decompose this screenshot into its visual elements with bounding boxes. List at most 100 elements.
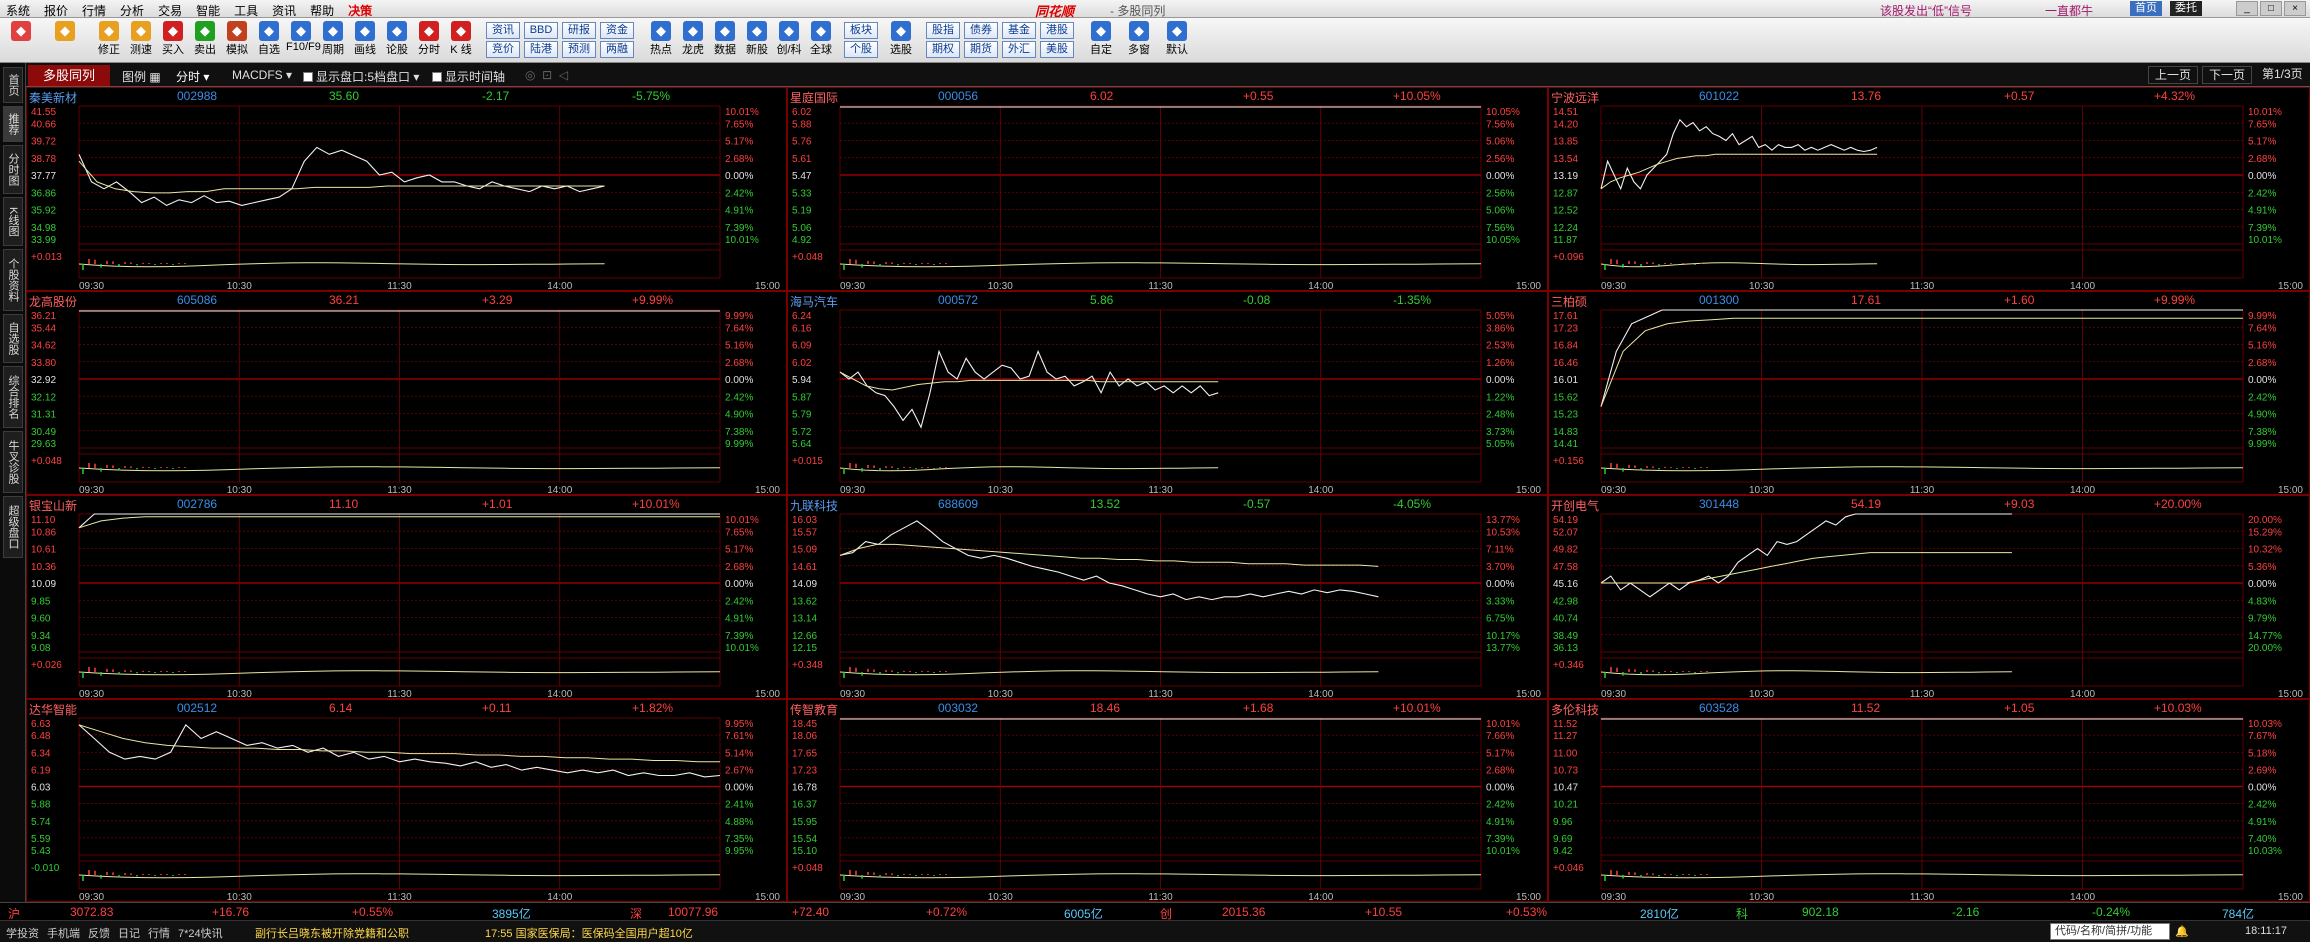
default-home-button[interactable]: ◆ 默认 xyxy=(1162,21,1192,57)
speed-test-button[interactable]: ◆ 测速 xyxy=(126,21,156,57)
sz-index[interactable]: 10077.96 xyxy=(668,905,718,919)
quick-box[interactable]: 竞价 xyxy=(486,41,520,58)
sidebar-tab[interactable]: K线图 xyxy=(3,197,23,246)
watchlist-button[interactable]: ◆ 自选 xyxy=(254,21,284,57)
quick-box[interactable]: 外汇 xyxy=(1002,41,1036,58)
sidebar-tab[interactable]: 推荐 xyxy=(3,106,23,142)
stock-panel[interactable]: 多伦科技 603528 11.52 +1.05 +10.03% 11.52 10.03% 11… xyxy=(1548,699,2310,902)
color-grid-button[interactable]: ◆ xyxy=(6,21,36,41)
home-chip[interactable]: 首页 xyxy=(2130,1,2162,16)
kc-index[interactable]: 902.18 xyxy=(1802,905,1839,919)
close-icon[interactable]: × xyxy=(2284,1,2306,16)
quick-box[interactable]: 板块 xyxy=(844,22,878,39)
intraday-chart[interactable]: 6.24 5.05% 6.16 3.86% 6.09 2.53% 6.02 1.26% 5.94… xyxy=(788,292,1548,495)
global-button[interactable]: ◆ 全球 xyxy=(806,21,836,57)
next-page-button[interactable]: 下一页 xyxy=(2202,66,2253,84)
layout-selector[interactable]: 图例 ▦ xyxy=(122,68,161,85)
quick-box[interactable]: 期权 xyxy=(926,41,960,58)
intraday-chart[interactable]: 54.19 20.00% 52.07 15.29% 49.82 10.32% 47.58 5.… xyxy=(1549,496,2310,699)
cy-index[interactable]: 2015.36 xyxy=(1222,905,1265,919)
signal-alert[interactable]: 该股发出“低”信号 xyxy=(1880,2,1972,19)
stock-picker-button[interactable]: ◆ 选股 xyxy=(886,21,916,57)
footer-link[interactable]: 反馈 xyxy=(88,928,110,940)
quick-box[interactable]: 陆港 xyxy=(524,41,558,58)
menu-item[interactable]: 系统 xyxy=(6,2,30,19)
sidebar-tab[interactable]: 牛叉诊股 xyxy=(3,431,23,493)
intraday-chart[interactable]: 16.03 13.77% 15.57 10.53% 15.09 7.11% 14.61 3.7… xyxy=(788,496,1548,699)
stock-panel[interactable]: 开创电气 301448 54.19 +9.03 +20.00% 54.19 20.00% 52… xyxy=(1548,495,2310,699)
stock-panel[interactable]: 银宝山新 002786 11.10 +1.01 +10.01% 11.10 10.01% 10… xyxy=(26,495,787,699)
quick-box[interactable]: 资讯 xyxy=(486,22,520,39)
intraday-chart[interactable]: 18.45 10.01% 18.06 7.66% 17.65 5.17% 17.23 2.68… xyxy=(788,700,1548,902)
handicap-option[interactable]: 显示盘口:5档盘口 ▾ xyxy=(303,68,419,85)
news-ticker-2[interactable]: 17:55 国家医保局：医保码全国用户超10亿 xyxy=(485,925,693,941)
quick-box[interactable]: 个股 xyxy=(844,41,878,58)
quick-box[interactable]: 两融 xyxy=(600,41,634,58)
chuang-ke-button[interactable]: ◆ 创/科 xyxy=(774,21,804,57)
indicator-selector[interactable]: MACDFS ▾ xyxy=(232,68,292,82)
stock-panel[interactable]: 秦美新材 002988 35.60 -2.17 -5.75% 41.55 10.01% 40.… xyxy=(26,87,787,291)
quick-box[interactable]: 股指 xyxy=(926,22,960,39)
footer-link[interactable]: 日记 xyxy=(118,928,140,940)
sidebar-tab[interactable]: 个股资料 xyxy=(3,249,23,311)
sidebar-tab[interactable]: 首页 xyxy=(3,67,23,103)
multi-window-button[interactable]: ◆ 多窗 xyxy=(1124,21,1154,57)
dragon-tiger-button[interactable]: ◆ 龙虎 xyxy=(678,21,708,57)
intraday-chart[interactable]: 6.02 10.05% 5.88 7.56% 5.76 5.06% 5.61 2.56% 5.4… xyxy=(788,88,1548,291)
menu-item[interactable]: 工具 xyxy=(234,2,258,19)
stock-panel[interactable]: 宁波远洋 601022 13.76 +0.57 +4.32% 14.51 10.01% 14.… xyxy=(1548,87,2310,291)
data-button[interactable]: ◆ 数据 xyxy=(710,21,740,57)
menu-item[interactable]: 交易 xyxy=(158,2,182,19)
menu-item[interactable]: 分析 xyxy=(120,2,144,19)
minimize-icon[interactable]: _ xyxy=(2236,1,2258,16)
footer-link[interactable]: 学投资 xyxy=(6,928,39,940)
quick-box[interactable]: 资金 xyxy=(600,22,634,39)
period-button[interactable]: ◆ 周期 xyxy=(318,21,348,57)
slogan-link[interactable]: 一直都牛 xyxy=(2045,2,2093,19)
new-stock-button[interactable]: ◆ 新股 xyxy=(742,21,772,57)
intraday-chart[interactable]: 41.55 10.01% 40.66 7.65% 39.72 5.17% 38.78 2.68… xyxy=(27,88,787,291)
quick-box[interactable]: 港股 xyxy=(1040,22,1074,39)
quick-box[interactable]: 美股 xyxy=(1040,41,1074,58)
stock-panel[interactable]: 星庭国际 000056 6.02 +0.55 +10.05% 6.02 10.05% 5.88… xyxy=(787,87,1548,291)
sidebar-tab[interactable]: 分时图 xyxy=(3,145,23,194)
intraday-chart[interactable]: 11.10 10.01% 10.86 7.65% 10.61 5.17% 10.36 2.68… xyxy=(27,496,787,699)
intraday-button[interactable]: ◆ 分时 xyxy=(414,21,444,57)
tab-multi-stock[interactable]: 多股同列 xyxy=(28,65,110,86)
custom-button[interactable]: ◆ 自定 xyxy=(1086,21,1116,57)
menu-item[interactable]: 行情 xyxy=(82,2,106,19)
sidebar-tab[interactable]: 自选股 xyxy=(3,314,23,363)
stock-panel[interactable]: 传智教育 003032 18.46 +1.68 +10.01% 18.45 10.01% 18… xyxy=(787,699,1548,902)
buy-button[interactable]: ◆ 买入 xyxy=(158,21,188,57)
fix-button[interactable]: ◆ 修正 xyxy=(94,21,124,57)
quick-box[interactable]: 预测 xyxy=(562,41,596,58)
timeaxis-option[interactable]: 显示时间轴 xyxy=(432,68,505,85)
quick-box[interactable]: 期货 xyxy=(964,41,998,58)
sidebar-tab[interactable]: 综合排名 xyxy=(3,366,23,428)
prev-page-button[interactable]: 上一页 xyxy=(2148,66,2199,84)
menu-item[interactable]: 智能 xyxy=(196,2,220,19)
quick-box[interactable]: 基金 xyxy=(1002,22,1036,39)
discuss-button[interactable]: ◆ 论股 xyxy=(382,21,412,57)
checkbox-icon[interactable] xyxy=(303,72,313,82)
sell-button[interactable]: ◆ 卖出 xyxy=(190,21,220,57)
quick-box[interactable]: 债券 xyxy=(964,22,998,39)
stock-panel[interactable]: 三柏硕 001300 17.61 +1.60 +9.99% 17.61 9.99% 17.23… xyxy=(1548,291,2310,495)
intraday-chart[interactable]: 6.63 9.95% 6.48 7.61% 6.34 5.14% 6.19 2.67% 6.03… xyxy=(27,700,787,902)
quick-box[interactable]: 研报 xyxy=(562,22,596,39)
order-chip[interactable]: 委托 xyxy=(2170,1,2202,16)
hot-button[interactable]: ◆ 热点 xyxy=(646,21,676,57)
draw-line-button[interactable]: ◆ 画线 xyxy=(350,21,380,57)
intraday-chart[interactable]: 17.61 9.99% 17.23 7.64% 16.84 5.16% 16.46 2.68%… xyxy=(1549,292,2310,495)
f10-button[interactable]: ◆ F10/F9 xyxy=(286,21,321,53)
stock-panel[interactable]: 海马汽车 000572 5.86 -0.08 -1.35% 6.24 5.05% 6.16 3.… xyxy=(787,291,1548,495)
period-selector[interactable]: 分时 ▾ xyxy=(176,68,209,85)
menu-item[interactable]: 决策 xyxy=(348,2,372,19)
simulate-button[interactable]: ◆ 模拟 xyxy=(222,21,252,57)
maximize-icon[interactable]: □ xyxy=(2260,1,2282,16)
tool-icons[interactable]: ◎ ⊡ ◁ xyxy=(525,68,568,82)
news-ticker-1[interactable]: 副行长吕晓东被开除党籍和公职 xyxy=(255,925,409,941)
sidebar-tab[interactable]: 超级盘口 xyxy=(3,496,23,558)
intraday-chart[interactable]: 11.52 10.03% 11.27 7.67% 11.00 5.18% 10.73 2.69… xyxy=(1549,700,2310,902)
menu-item[interactable]: 资讯 xyxy=(272,2,296,19)
